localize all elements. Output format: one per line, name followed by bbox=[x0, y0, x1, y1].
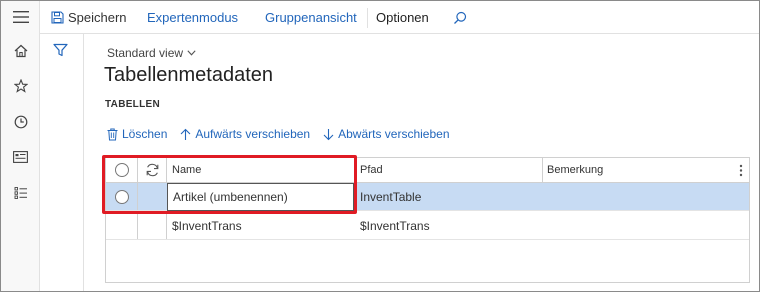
column-header-name[interactable]: Name bbox=[172, 158, 352, 182]
column-divider bbox=[542, 158, 543, 182]
nav-home-button[interactable] bbox=[1, 36, 40, 66]
column-divider bbox=[166, 158, 167, 182]
move-up-label: Aufwärts verschieben bbox=[195, 127, 311, 141]
section-title: TABELLEN bbox=[105, 99, 160, 110]
column-divider bbox=[166, 212, 167, 239]
table-row[interactable]: Artikel (umbenennen) InventTable bbox=[106, 183, 749, 211]
delete-button[interactable]: Löschen bbox=[107, 127, 167, 141]
move-down-button[interactable]: Abwärts verschieben bbox=[323, 127, 450, 141]
column-header-path[interactable]: Pfad bbox=[360, 158, 540, 182]
chevron-down-icon bbox=[187, 50, 196, 56]
nav-favorites-button[interactable] bbox=[1, 71, 40, 101]
expert-mode-label: Expertenmodus bbox=[147, 10, 239, 25]
search-button[interactable] bbox=[453, 1, 467, 34]
group-view-button[interactable]: Gruppenansicht bbox=[265, 1, 357, 34]
refresh-icon bbox=[146, 163, 158, 177]
nav-modules-button[interactable] bbox=[1, 178, 40, 208]
page-title: Tabellenmetadaten bbox=[104, 64, 274, 86]
view-name: Standard view bbox=[107, 46, 184, 60]
move-up-button[interactable]: Aufwärts verschieben bbox=[180, 127, 310, 141]
trash-icon bbox=[107, 128, 118, 140]
nav-menu-button[interactable] bbox=[1, 2, 40, 32]
nav-workspaces-button[interactable] bbox=[1, 142, 40, 172]
column-divider bbox=[137, 183, 138, 210]
group-view-label: Gruppenansicht bbox=[265, 10, 357, 25]
options-label: Optionen bbox=[376, 10, 429, 25]
save-icon bbox=[51, 11, 64, 24]
refresh-button[interactable] bbox=[138, 158, 166, 182]
hamburger-icon bbox=[12, 11, 29, 23]
home-icon bbox=[14, 44, 27, 58]
save-label: Speichern bbox=[68, 10, 127, 25]
clock-icon bbox=[14, 115, 27, 129]
select-all-radio[interactable] bbox=[106, 158, 137, 182]
filter-icon bbox=[53, 43, 68, 57]
move-down-label: Abwärts verschieben bbox=[338, 127, 450, 141]
star-icon bbox=[13, 79, 28, 93]
tables-grid: Name Pfad Bemerkung Artikel (umbenennen)… bbox=[105, 157, 750, 283]
radio-circle bbox=[114, 189, 129, 204]
column-header-remark[interactable]: Bemerkung bbox=[547, 158, 727, 182]
arrow-up-icon bbox=[180, 128, 191, 140]
grid-toolbar: Löschen Aufwärts verschieben Abwärts ver… bbox=[107, 124, 463, 144]
row-select-cell[interactable] bbox=[106, 212, 137, 239]
action-pane-divider bbox=[367, 8, 368, 28]
arrow-down-icon bbox=[323, 128, 334, 140]
search-icon bbox=[454, 11, 467, 24]
cell-path[interactable]: $InventTrans bbox=[360, 212, 540, 239]
expert-mode-button[interactable]: Expertenmodus bbox=[147, 1, 238, 34]
action-pane: Speichern Expertenmodus Gruppenansicht O… bbox=[40, 1, 759, 34]
navigation-rail bbox=[1, 1, 40, 291]
more-vertical-icon bbox=[739, 164, 743, 177]
workspace-icon bbox=[13, 151, 28, 163]
filter-button[interactable] bbox=[53, 43, 68, 60]
cell-remark[interactable] bbox=[547, 183, 727, 210]
list-icon bbox=[14, 187, 27, 199]
column-divider bbox=[137, 212, 138, 239]
column-options-button[interactable] bbox=[739, 164, 743, 180]
table-row[interactable]: $InventTrans $InventTrans bbox=[106, 212, 749, 240]
name-input[interactable]: Artikel (umbenennen) bbox=[167, 183, 354, 211]
grid-header: Name Pfad Bemerkung bbox=[106, 157, 749, 183]
row-select-radio[interactable] bbox=[106, 183, 137, 210]
radio-circle bbox=[114, 163, 129, 177]
save-button[interactable]: Speichern bbox=[51, 1, 127, 34]
cell-name[interactable]: $InventTrans bbox=[172, 212, 352, 239]
filter-pane bbox=[40, 34, 84, 291]
name-input-value: Artikel (umbenennen) bbox=[173, 190, 288, 204]
cell-remark[interactable] bbox=[547, 212, 727, 239]
column-divider bbox=[356, 158, 357, 182]
options-tab[interactable]: Optionen bbox=[376, 1, 429, 34]
nav-recent-button[interactable] bbox=[1, 107, 40, 137]
cell-path[interactable]: InventTable bbox=[360, 183, 540, 210]
delete-label: Löschen bbox=[122, 127, 168, 141]
view-selector[interactable]: Standard view bbox=[107, 46, 196, 60]
